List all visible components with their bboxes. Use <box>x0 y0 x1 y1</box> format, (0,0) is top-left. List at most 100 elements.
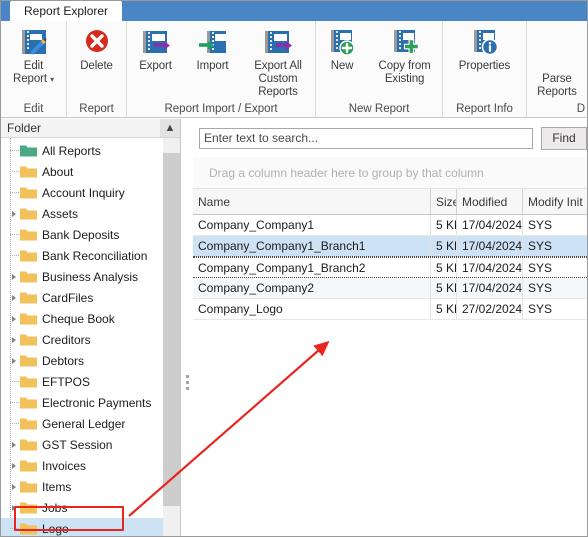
cell-size: 5 KB <box>431 236 457 256</box>
expand-arrow-icon[interactable] <box>7 434 20 455</box>
export-button[interactable]: Export <box>127 24 184 73</box>
column-header-size[interactable]: Size <box>431 189 457 214</box>
expand-arrow-icon[interactable] <box>7 350 20 371</box>
tree-node-label: EFTPOS <box>42 374 91 389</box>
main-content: Folder ▲ All Reports About Account Inquiry… <box>1 119 587 536</box>
tree-connector <box>7 392 20 413</box>
group-by-drop-area[interactable]: Drag a column header here to group by th… <box>193 157 587 189</box>
grid-header-row: Name Size Modified Modify Init <box>193 189 587 215</box>
properties-label: Properties <box>458 60 511 72</box>
find-button-label: Find <box>552 131 576 145</box>
folder-icon <box>20 396 37 409</box>
new-button[interactable]: New <box>317 24 368 73</box>
find-button[interactable]: Find <box>541 126 587 150</box>
tree-node-assets[interactable]: Assets <box>1 203 180 224</box>
folder-icon <box>20 207 37 220</box>
tree-node-account-inquiry[interactable]: Account Inquiry <box>1 182 180 203</box>
tab-report-explorer[interactable]: Report Explorer <box>10 1 123 21</box>
notebook-export-arrow-icon <box>140 26 172 58</box>
notebook-import-arrow-icon <box>197 26 229 58</box>
notebook-plus-circle-icon <box>326 26 358 58</box>
edit-report-label-line1: Edit <box>23 60 44 72</box>
copy-from-existing-button[interactable]: Copy from Existing <box>368 24 442 86</box>
new-label: New <box>330 60 354 72</box>
ribbon-group-report-info: Properties Report Info <box>442 21 526 117</box>
tree-node-label: General Ledger <box>42 416 126 431</box>
tree-node-jobs[interactable]: Jobs <box>1 497 180 518</box>
import-button[interactable]: Import <box>184 24 241 73</box>
folder-icon <box>20 291 37 304</box>
tree-node-bank-reconciliation[interactable]: Bank Reconciliation <box>1 245 180 266</box>
tree-node-business-analysis[interactable]: Business Analysis <box>1 266 180 287</box>
reports-grid-panel: Find Drag a column header here to group … <box>193 119 587 536</box>
tree-node-label: All Reports <box>42 143 101 158</box>
folder-tree-scrollbar[interactable] <box>163 138 180 536</box>
tree-node-logo[interactable]: Logo <box>1 518 180 536</box>
expand-arrow-icon[interactable] <box>7 455 20 476</box>
delete-button[interactable]: Delete <box>67 24 126 73</box>
cell-name: Company_Logo <box>193 299 431 319</box>
tree-node-cardfiles[interactable]: CardFiles <box>1 287 180 308</box>
edit-report-label-line2: Report <box>13 73 47 85</box>
group-by-hint: Drag a column header here to group by th… <box>209 165 484 180</box>
column-header-modified[interactable]: Modified <box>457 189 523 214</box>
chevron-up-icon[interactable]: ▲ <box>160 119 180 137</box>
folder-tree-body[interactable]: All Reports About Account Inquiry Assets Ban… <box>1 138 180 536</box>
column-header-name[interactable]: Name <box>193 189 431 214</box>
folder-icon <box>20 228 37 241</box>
tree-node-bank-deposits[interactable]: Bank Deposits <box>1 224 180 245</box>
panel-splitter[interactable] <box>181 119 193 536</box>
delete-label: Delete <box>80 60 113 72</box>
notebook-pencil-icon <box>18 26 50 58</box>
properties-button[interactable]: Properties <box>445 24 525 73</box>
table-row[interactable]: Company_Company1_Branch25 KB17/04/2024 SY… <box>193 257 587 278</box>
cell-size: 5 KB <box>431 215 457 235</box>
scrollbar-thumb[interactable] <box>163 153 180 506</box>
tree-node-debtors[interactable]: Debtors <box>1 350 180 371</box>
tree-node-label: Logo <box>42 521 69 536</box>
table-row[interactable]: Company_Logo5 KB27/02/2024 SYS <box>193 299 587 320</box>
tree-node-items[interactable]: Items <box>1 476 180 497</box>
tree-node-invoices[interactable]: Invoices <box>1 455 180 476</box>
cell-name: Company_Company2 <box>193 278 431 298</box>
expand-arrow-icon[interactable] <box>7 329 20 350</box>
parse-reports-button[interactable]: Parse Reports <box>527 71 587 99</box>
tree-node-electronic-payments[interactable]: Electronic Payments <box>1 392 180 413</box>
ribbon-tabstrip: Report Explorer <box>1 1 587 21</box>
tree-node-label: Electronic Payments <box>42 395 152 410</box>
table-row[interactable]: Company_Company15 KB17/04/2024 SYS <box>193 215 587 236</box>
tree-node-label: Bank Reconciliation <box>42 248 148 263</box>
splitter-grip-icon <box>186 375 189 393</box>
column-header-modify-init[interactable]: Modify Init <box>523 189 587 214</box>
cell-size: 5 KB <box>431 258 457 277</box>
tree-node-about[interactable]: About <box>1 161 180 182</box>
table-row[interactable]: Company_Company25 KB17/04/2024 SYS <box>193 278 587 299</box>
tree-node-all-reports[interactable]: All Reports <box>1 140 180 161</box>
tree-node-eftpos[interactable]: EFTPOS <box>1 371 180 392</box>
search-input[interactable] <box>199 127 533 149</box>
ribbon-group-label-d: D <box>576 103 585 115</box>
tree-node-label: Account Inquiry <box>42 185 125 200</box>
copy-from-existing-label-line1: Copy from <box>378 60 431 72</box>
tree-node-gst-session[interactable]: GST Session <box>1 434 180 455</box>
cell-name: Company_Company1_Branch1 <box>193 236 431 256</box>
ribbon-group-import-export: Export Import Export All Custom Reports … <box>126 21 315 117</box>
tree-node-general-ledger[interactable]: General Ledger <box>1 413 180 434</box>
report-explorer-window: Report Explorer Edit Report ▾ Edit Delet… <box>0 0 588 537</box>
export-all-custom-reports-button[interactable]: Export All Custom Reports <box>241 24 315 99</box>
ribbon-group-report: Delete Report <box>66 21 126 117</box>
edit-report-button[interactable]: Edit Report ▾ <box>3 24 65 86</box>
tree-node-cheque-book[interactable]: Cheque Book <box>1 308 180 329</box>
expand-arrow-icon[interactable] <box>7 497 20 518</box>
folder-icon <box>20 480 37 493</box>
tree-connector <box>7 518 20 536</box>
expand-arrow-icon[interactable] <box>7 476 20 497</box>
table-row[interactable]: Company_Company1_Branch15 KB17/04/2024 SY… <box>193 236 587 257</box>
expand-arrow-icon[interactable] <box>7 266 20 287</box>
chevron-down-icon[interactable]: ▾ <box>50 75 54 84</box>
expand-arrow-icon[interactable] <box>7 203 20 224</box>
tree-connector <box>7 140 20 161</box>
expand-arrow-icon[interactable] <box>7 308 20 329</box>
expand-arrow-icon[interactable] <box>7 287 20 308</box>
tree-node-creditors[interactable]: Creditors <box>1 329 180 350</box>
